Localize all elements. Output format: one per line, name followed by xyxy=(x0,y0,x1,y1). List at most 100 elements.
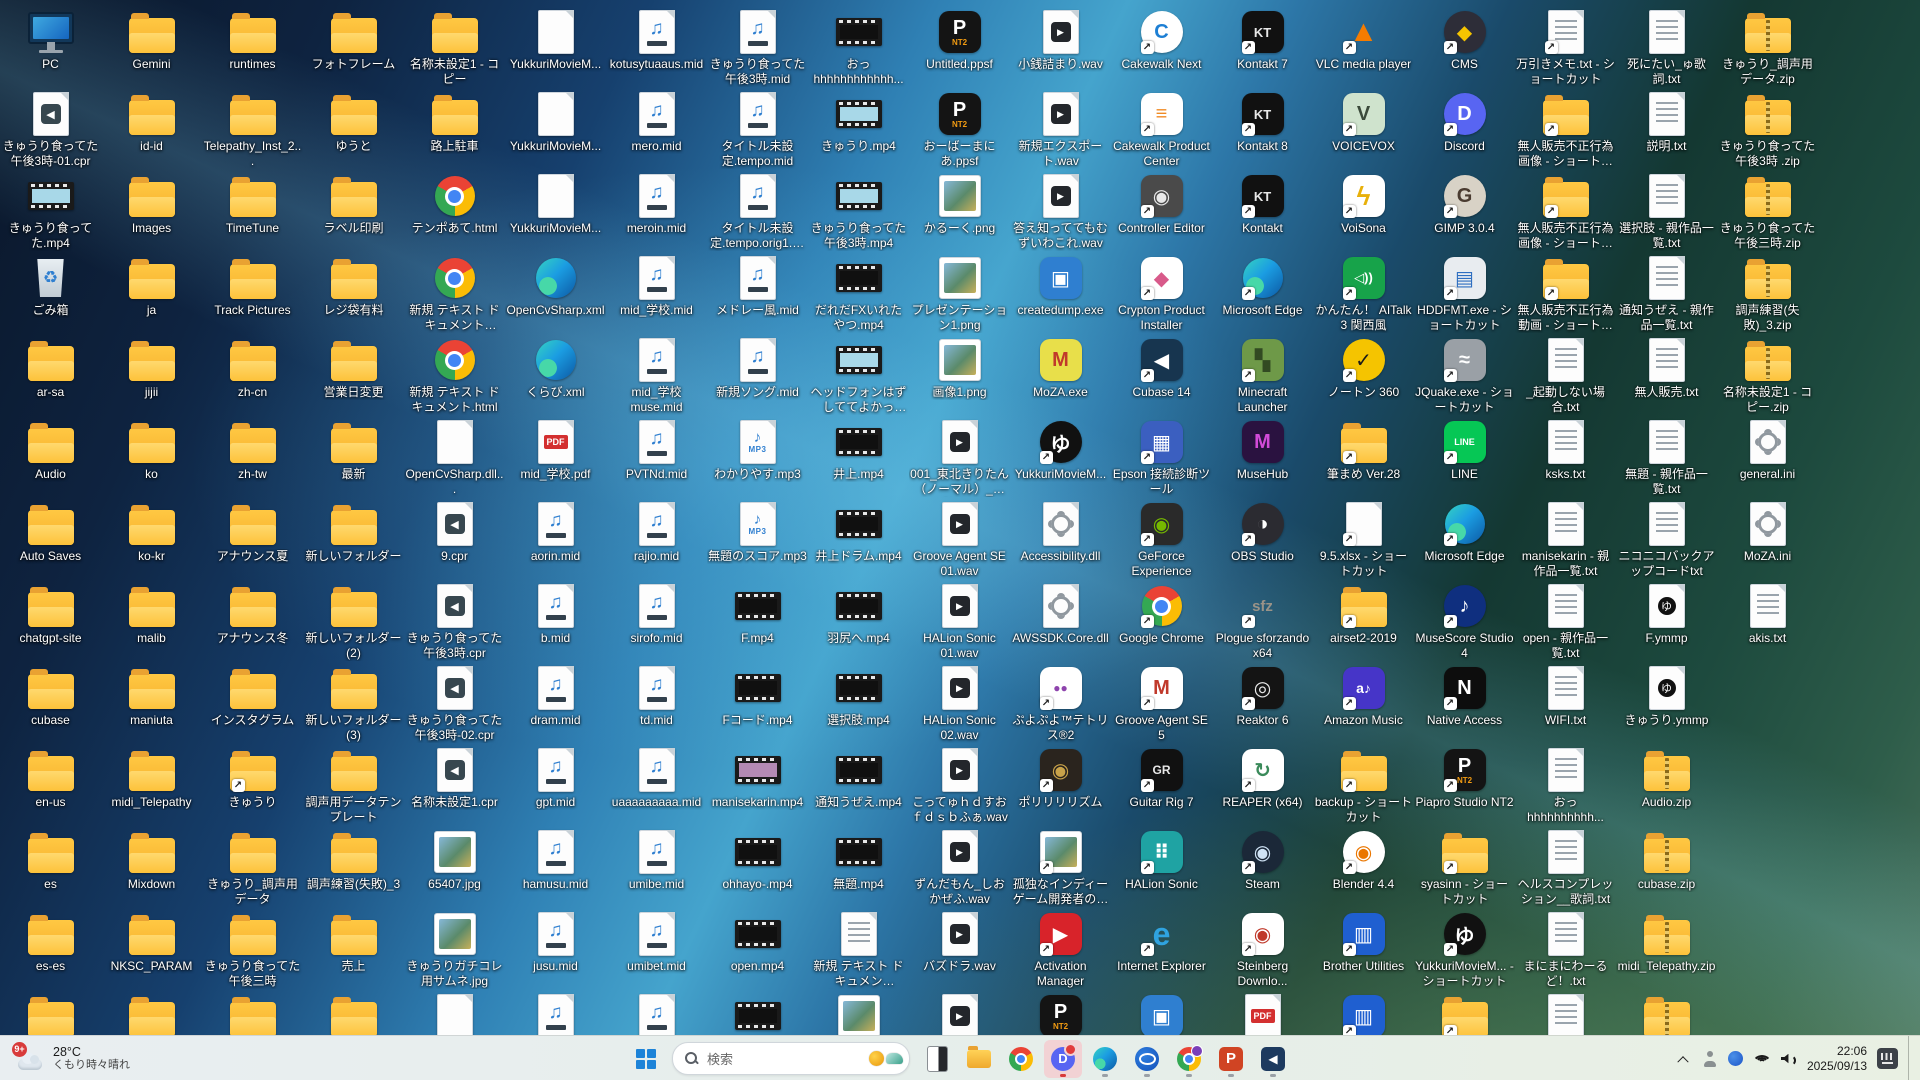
desktop-icon[interactable] xyxy=(0,992,101,1035)
desktop-icon[interactable]: Auto Saves xyxy=(0,500,101,564)
desktop-icon[interactable]: N ↗ Native Access xyxy=(1414,664,1515,728)
desktop-icon[interactable]: Track Pictures xyxy=(202,254,303,318)
desktop-icon[interactable]: ♫ meroin.mid xyxy=(606,172,707,236)
desktop-icon[interactable]: 名称未設定1 - コピー xyxy=(404,8,505,87)
desktop-icon[interactable]: ◀ 名称未設定1.cpr xyxy=(404,746,505,810)
desktop-icon[interactable] xyxy=(1515,992,1616,1035)
desktop-icon[interactable]: ゆうと xyxy=(303,90,404,154)
desktop-icon[interactable]: ✓ ↗ ノートン 360 xyxy=(1313,336,1414,400)
desktop-icon[interactable]: malib xyxy=(101,582,202,646)
desktop-icon[interactable]: TimeTune xyxy=(202,172,303,236)
desktop-icon[interactable]: 営業日変更 xyxy=(303,336,404,400)
search-input[interactable]: 検索 xyxy=(672,1042,910,1075)
desktop-icon[interactable]: ▶ 答え知っててもむずいわこれ.wav xyxy=(1010,172,1111,251)
desktop-icon[interactable]: ゆ F.ymmp xyxy=(1616,582,1717,646)
desktop-icon[interactable]: jijii xyxy=(101,336,202,400)
desktop-icon[interactable]: ヘッドフォンはずしててよかっt.mp4 xyxy=(808,336,909,415)
desktop-icon[interactable]: きゅうり食ってた午後3時 .zip xyxy=(1717,90,1818,169)
desktop-icon[interactable]: だれだFXいれたやつ.mp4 xyxy=(808,254,909,333)
desktop-icon[interactable]: MoZA.ini xyxy=(1717,500,1818,564)
desktop-icon[interactable]: AWSSDK.Core.dll xyxy=(1010,582,1111,646)
desktop-icon[interactable]: V ↗ VOICEVOX xyxy=(1313,90,1414,154)
desktop-icon[interactable]: Audio.zip xyxy=(1616,746,1717,810)
desktop-icon[interactable]: ≈ ↗ JQuake.exe - ショートカット xyxy=(1414,336,1515,415)
desktop-icon[interactable]: ♫ uaaaaaaaaa.mid xyxy=(606,746,707,810)
desktop-icon[interactable]: 調声練習(失敗)_3 xyxy=(303,828,404,892)
desktop-icon[interactable]: PDF mid_学校.pdf xyxy=(505,418,606,482)
taskbar-app-discord[interactable]: D xyxy=(1044,1039,1082,1078)
desktop-icon[interactable]: M MuseHub xyxy=(1212,418,1313,482)
desktop-icon[interactable]: アナウンス冬 xyxy=(202,582,303,646)
desktop-icon[interactable]: ↗ Microsoft Edge xyxy=(1414,500,1515,564)
desktop-icon[interactable]: ゆきゅうり.ymmp xyxy=(1616,664,1717,728)
desktop-icon[interactable]: midi_Telepathy xyxy=(101,746,202,810)
desktop-icon[interactable]: ▶ バズドラ.wav xyxy=(909,910,1010,974)
desktop-icon[interactable]: ◀ きゅうり食ってた午後3時.cpr xyxy=(404,582,505,661)
desktop-icon[interactable]: ▶ 小銭詰まり.wav xyxy=(1010,8,1111,72)
desktop-icon[interactable]: 羽尻へ.mp4 xyxy=(808,582,909,646)
desktop-icon[interactable]: ◆ ↗ Crypton Product Installer xyxy=(1111,254,1212,333)
desktop-icon[interactable]: ♫ mid_学校.mid xyxy=(606,254,707,318)
desktop-icon[interactable]: sfz ↗ Plogue sforzando x64 xyxy=(1212,582,1313,661)
desktop-icon[interactable]: ↗ Google Chrome xyxy=(1111,582,1212,646)
desktop-icon[interactable]: ⠿ ↗ HALion Sonic xyxy=(1111,828,1212,892)
desktop-icon[interactable]: C ↗ Cakewalk Next xyxy=(1111,8,1212,72)
desktop-icon[interactable] xyxy=(303,992,404,1035)
desktop-icon[interactable]: ↗ backup - ショートカット xyxy=(1313,746,1414,825)
desktop-icon[interactable]: 画像1.png xyxy=(909,336,1010,400)
desktop-icon[interactable]: ↗ 9.5.xlsx - ショートカット xyxy=(1313,500,1414,579)
app-tray-icon[interactable] xyxy=(1727,1051,1743,1066)
desktop-icon[interactable]: 65407.jpg xyxy=(404,828,505,892)
desktop-icon[interactable]: es xyxy=(0,828,101,892)
desktop-icon[interactable]: ◉ ↗ GeForce Experience xyxy=(1111,500,1212,579)
desktop-icon[interactable]: ◀ きゅうり食ってた午後3時-02.cpr xyxy=(404,664,505,743)
desktop-icon[interactable]: F.mp4 xyxy=(707,582,808,646)
desktop-icon[interactable]: M MoZA.exe xyxy=(1010,336,1111,400)
desktop-icon[interactable]: 新規 テキスト ドキュメント (2).html xyxy=(404,254,505,333)
desktop-icon[interactable]: _起動しない場合.txt xyxy=(1515,336,1616,415)
desktop-icon[interactable]: 無人販売.txt xyxy=(1616,336,1717,400)
desktop-icon[interactable]: ◉ ↗ Blender 4.4 xyxy=(1313,828,1414,892)
desktop-icon[interactable]: 選択肢.mp4 xyxy=(808,664,909,728)
desktop-icon[interactable]: midi_Telepathy.zip xyxy=(1616,910,1717,974)
desktop-icon[interactable]: プレゼンテーション1.png xyxy=(909,254,1010,333)
desktop-icon[interactable]: 無題 - 親作品一覧.txt xyxy=(1616,418,1717,497)
desktop-icon[interactable]: general.ini xyxy=(1717,418,1818,482)
desktop-icon[interactable]: WIFI.txt xyxy=(1515,664,1616,728)
desktop-icon[interactable]: ラベル印刷 xyxy=(303,172,404,236)
desktop-icon[interactable]: まにまにわーるど！.txt xyxy=(1515,910,1616,989)
desktop-icon[interactable]: ↗ Micros­oft Edge xyxy=(1212,254,1313,318)
desktop-icon[interactable]: manisekarin.mp4 xyxy=(707,746,808,810)
desktop-icon[interactable]: Fコード.mp4 xyxy=(707,664,808,728)
weather-widget[interactable]: 9+ 28°C くもり時々晴れ xyxy=(8,1036,138,1080)
taskbar-app-media-app[interactable] xyxy=(1128,1040,1166,1078)
desktop-icon[interactable]: ▣ xyxy=(1111,992,1212,1035)
desktop-icon[interactable]: P NT2 Untitled.ppsf xyxy=(909,8,1010,72)
desktop-icon[interactable]: ♪ MP3 無題のスコア.mp3 xyxy=(707,500,808,564)
desktop-icon[interactable]: 路上駐車 xyxy=(404,90,505,154)
desktop-icon[interactable]: GR ↗ Guitar Rig 7 xyxy=(1111,746,1212,810)
desktop-icon[interactable]: ↗ 孤独なインディーゲーム開発者の一生 ... xyxy=(1010,828,1111,907)
desktop-icon[interactable]: OpenCvSharp.xml xyxy=(505,254,606,318)
desktop-icon[interactable]: ▶ こってゅｈｄすおｆｄｓｂふぁ.wav xyxy=(909,746,1010,825)
desktop-icon[interactable]: 調声練習(失敗)_3.zip xyxy=(1717,254,1818,333)
desktop-icon[interactable]: きゅうりガチコレ用サムネ.jpg xyxy=(404,910,505,989)
tray-overflow-chevron-icon[interactable] xyxy=(1674,1050,1692,1068)
desktop-icon[interactable]: cubase xyxy=(0,664,101,728)
desktop-icon[interactable]: きゅうり食ってた午後三時 xyxy=(202,910,303,989)
desktop-icon[interactable]: ◀ 9.cpr xyxy=(404,500,505,564)
desktop-wallpaper[interactable]: PC Gemini runtimes フォトフレーム 名称未設定1 - コピー Yukku… xyxy=(0,0,1920,1035)
desktop-icon[interactable]: Accessibility.dll xyxy=(1010,500,1111,564)
desktop-icon[interactable]: ◉ ↗ Controller Editor xyxy=(1111,172,1212,236)
desktop-icon[interactable]: ↗ 無人販売不正行為画像 - ショートカット xyxy=(1515,172,1616,251)
desktop-icon[interactable]: ♫ xyxy=(505,992,606,1035)
taskbar-app-microsoft-edge[interactable] xyxy=(1086,1040,1124,1078)
volume-icon[interactable] xyxy=(1781,1052,1797,1066)
desktop-icon[interactable]: ↗ syasinn - ショートカット xyxy=(1414,828,1515,907)
desktop-icon[interactable]: ▣ createdump.exe xyxy=(1010,254,1111,318)
desktop-icon[interactable]: テンポあて.html xyxy=(404,172,505,236)
desktop-icon[interactable]: ♫ 新規ソング.mid xyxy=(707,336,808,400)
desktop-icon[interactable]: ksks.txt xyxy=(1515,418,1616,482)
desktop-icon[interactable] xyxy=(101,992,202,1035)
desktop-icon[interactable]: ▶001_東北きりたん（ノーマル）_今じゃ... xyxy=(909,418,1010,497)
